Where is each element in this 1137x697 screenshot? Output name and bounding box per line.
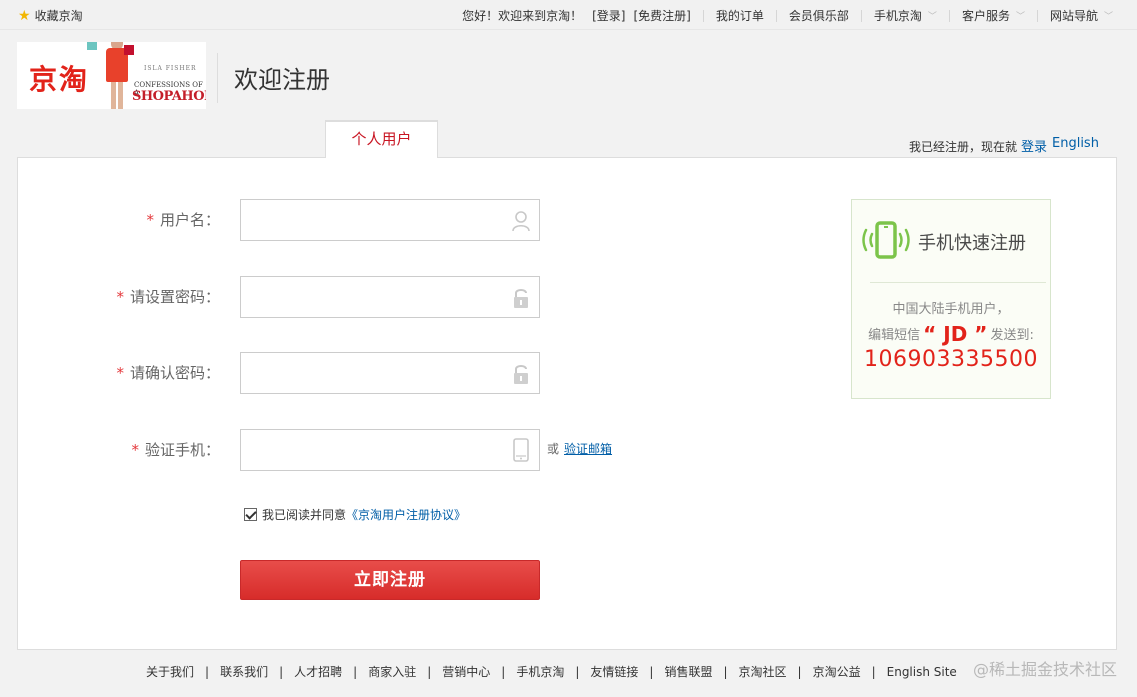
verify-email-link[interactable]: 验证邮箱 — [564, 440, 612, 457]
password-input[interactable] — [240, 276, 540, 318]
required-mark: * — [146, 211, 154, 229]
footer-separator: | — [427, 664, 432, 679]
divider — [870, 282, 1046, 283]
divider — [775, 9, 777, 22]
footer-link-english[interactable]: English Site — [887, 665, 957, 679]
lock-icon — [514, 365, 528, 384]
login-link-secondary[interactable]: 登录 — [1021, 140, 1047, 155]
password-label-text: 请设置密码： — [129, 288, 220, 306]
logo-figure-image — [102, 42, 134, 109]
confirm-password-label: * 请确认密码： — [10, 362, 220, 383]
footer-link-about[interactable]: 关于我们 — [146, 663, 194, 680]
mobile-signal-icon — [862, 221, 910, 259]
watermark: @稀土掘金技术社区 — [972, 660, 1117, 679]
footer-separator: | — [575, 664, 580, 679]
footer-separator: | — [723, 664, 728, 679]
username-input[interactable] — [240, 199, 540, 241]
mobile-jingtao-menu[interactable]: 手机京淘 — [874, 7, 922, 24]
phone-input[interactable] — [240, 429, 540, 471]
footer-separator: | — [501, 664, 506, 679]
username-label-text: 用户名： — [159, 211, 220, 229]
english-link[interactable]: English — [1052, 136, 1099, 151]
page-title: 欢迎注册 — [234, 66, 330, 94]
greeting-text: 您好！欢迎来到京淘！ — [462, 9, 583, 23]
mobile-quick-register[interactable]: 手机快速注册 中国大陆手机用户， 编辑短信 “ JD ” 发送到: 10690333… — [851, 199, 1051, 399]
agreement-row: 我已阅读并同意 《京淘用户注册协议》 — [244, 506, 466, 523]
header-divider — [217, 53, 218, 103]
footer-separator: | — [797, 664, 802, 679]
confirm-password-label-text: 请确认密码： — [129, 364, 220, 382]
login-link[interactable]: [登录] — [592, 7, 625, 24]
footer-link-charity[interactable]: 京淘公益 — [813, 663, 861, 680]
required-mark: * — [116, 288, 124, 306]
sms-code: “ JD ” — [923, 322, 988, 346]
required-mark: * — [131, 441, 139, 459]
footer-separator: | — [205, 664, 210, 679]
footer-link-marketing[interactable]: 营销中心 — [442, 663, 490, 680]
tab-personal-user[interactable]: 个人用户 — [325, 120, 438, 158]
send-to-text: 发送到: — [990, 328, 1034, 343]
phone-label-text: 验证手机： — [144, 441, 220, 459]
footer-separator: | — [279, 664, 284, 679]
register-link[interactable]: [免费注册] — [634, 7, 691, 24]
divider — [860, 9, 862, 22]
star-icon: ★ — [18, 7, 31, 24]
footer-link-merchants[interactable]: 商家入驻 — [368, 663, 416, 680]
mobile-phone-icon — [513, 438, 529, 462]
password-label: * 请设置密码： — [10, 286, 220, 307]
or-text: 或 — [547, 442, 560, 456]
agree-text: 我已阅读并同意 — [262, 508, 347, 522]
user-icon — [512, 211, 530, 232]
customer-service-menu[interactable]: 客户服务 — [962, 7, 1010, 24]
top-bar: ★ 收藏京淘 您好！欢迎来到京淘！ [登录] [免费注册] 我的订单 会员俱乐部… — [0, 0, 1137, 30]
footer-link-affiliates[interactable]: 销售联盟 — [664, 663, 712, 680]
chevron-down-icon: ﹀ — [1103, 12, 1113, 22]
favorite-link[interactable]: ★ 收藏京淘 — [18, 7, 83, 24]
mobile-register-title: 手机快速注册 — [918, 233, 1026, 254]
agreement-link[interactable]: 《京淘用户注册协议》 — [346, 506, 466, 523]
site-logo[interactable]: 京淘 ISLA FISHER CONFESSIONS OF A SHOPAHOL… — [17, 42, 206, 109]
site-nav-menu[interactable]: 网站导航 — [1050, 7, 1098, 24]
register-now-button[interactable]: 立即注册 — [240, 560, 540, 600]
logo-caption: ISLA FISHER — [144, 65, 197, 72]
footer-link-jobs[interactable]: 人才招聘 — [294, 663, 342, 680]
my-orders-link[interactable]: 我的订单 — [716, 7, 764, 24]
sms-text: 编辑短信 — [868, 328, 921, 343]
lock-icon — [514, 289, 528, 308]
footer-link-contact[interactable]: 联系我们 — [220, 663, 268, 680]
footer-link-community[interactable]: 京淘社区 — [739, 663, 787, 680]
logo-text: 京淘 — [29, 63, 90, 96]
favorite-label: 收藏京淘 — [34, 9, 83, 23]
chevron-down-icon: ﹀ — [927, 12, 937, 22]
footer-separator: | — [353, 664, 358, 679]
divider — [1036, 9, 1038, 22]
footer-separator: | — [871, 664, 876, 679]
username-label: * 用户名： — [10, 209, 220, 230]
confirm-password-input[interactable] — [240, 352, 540, 394]
mobile-register-line1: 中国大陆手机用户， — [892, 302, 1010, 317]
footer-link-friends[interactable]: 友情链接 — [590, 663, 638, 680]
member-club-link[interactable]: 会员俱乐部 — [789, 7, 849, 24]
footer-separator: | — [649, 664, 654, 679]
already-registered: 我已经注册，现在就 登录 — [909, 136, 1047, 155]
phone-label: * 验证手机： — [10, 439, 220, 460]
footer-links: 关于我们 | 联系我们 | 人才招聘 | 商家入驻 | 营销中心 | 手机京淘 … — [146, 663, 957, 680]
footer-link-mobile[interactable]: 手机京淘 — [516, 663, 564, 680]
sms-number: 106903335500 — [864, 347, 1038, 372]
already-registered-text: 我已经注册，现在就 — [908, 140, 1017, 154]
logo-decoration — [87, 42, 97, 50]
top-bar-right: 您好！欢迎来到京淘！ [登录] [免费注册] 我的订单 会员俱乐部 手机京淘 ﹀… — [462, 7, 1113, 24]
agree-checkbox[interactable] — [244, 508, 257, 521]
required-mark: * — [116, 364, 124, 382]
divider — [948, 9, 950, 22]
mobile-register-line2: 编辑短信 “ JD ” 发送到: — [852, 322, 1050, 346]
divider — [702, 9, 704, 22]
logo-caption: SHOPAHOLIC — [132, 89, 206, 104]
chevron-down-icon: ﹀ — [1015, 12, 1025, 22]
